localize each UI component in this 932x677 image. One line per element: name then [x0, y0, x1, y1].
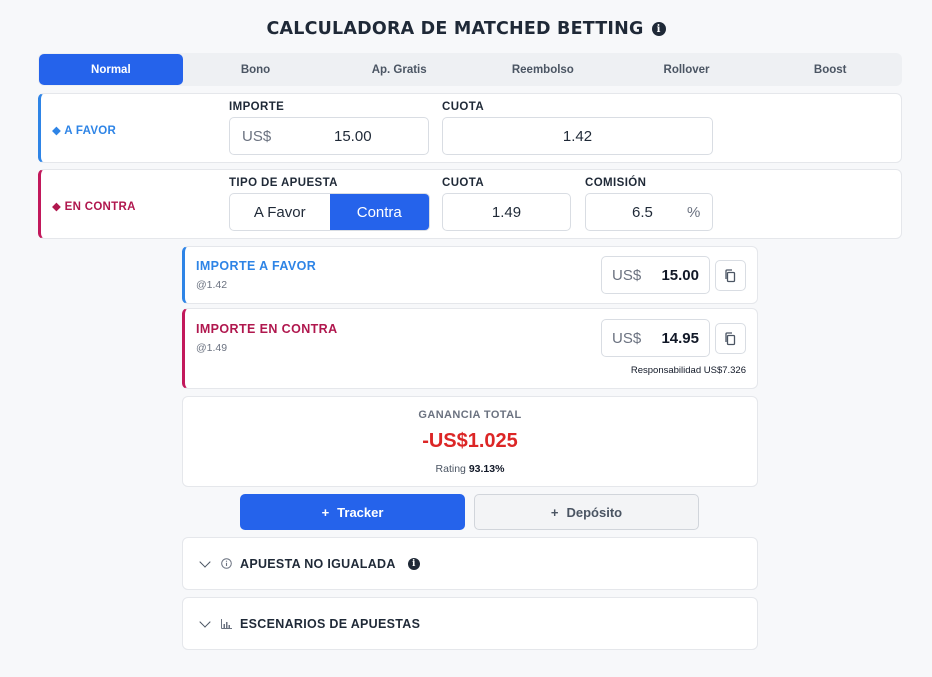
copy-icon [725, 268, 736, 282]
tracker-button[interactable]: + Tracker [240, 494, 465, 530]
ganancia-total-label: GANANCIA TOTAL [418, 409, 522, 421]
info-icon[interactable]: i [407, 557, 420, 570]
tab-bono[interactable]: Bono [184, 53, 328, 86]
chart-icon [221, 618, 232, 629]
importe-a-favor-odds: @1.42 [196, 279, 228, 291]
tab-boost[interactable]: Boost [758, 53, 902, 86]
tab-normal[interactable]: Normal [39, 54, 183, 85]
importe-a-favor-card: IMPORTE A FAVOR @1.42 US$ 15.00 [182, 246, 758, 304]
comision-value: 6.5 [632, 203, 653, 221]
escenarios-title: ESCENARIOS DE APUESTAS [240, 616, 421, 631]
importe-value: 15.00 [334, 127, 372, 145]
tracker-button-label: Tracker [337, 504, 384, 520]
tipo-apuesta-label: TIPO DE APUESTA [229, 177, 338, 189]
ganancia-total-card: GANANCIA TOTAL -US$1.025 Rating 93.13% [182, 396, 758, 487]
comision-label: COMISIÓN [585, 177, 647, 189]
cuota-favor-input[interactable]: 1.42 [442, 117, 713, 155]
currency-prefix: US$ [612, 329, 642, 347]
cuota-favor-label: CUOTA [442, 101, 485, 113]
rating-value: 93.13% [468, 463, 505, 475]
percent-suffix: % [687, 203, 701, 221]
tipo-apuesta-toggle: A Favor Contra [229, 193, 430, 231]
apuesta-no-igualada-title: APUESTA NO IGUALADA [240, 556, 396, 571]
importe-a-favor-output: US$ 15.00 [601, 256, 710, 294]
importe-label: IMPORTE [229, 101, 285, 113]
copy-favor-button[interactable] [715, 260, 746, 291]
importe-en-contra-odds: @1.49 [196, 342, 228, 354]
deposito-button-label: Depósito [566, 504, 623, 520]
tab-ap-gratis[interactable]: Ap. Gratis [327, 53, 471, 86]
favor-panel: ◆ A FAVOR IMPORTE US$ 15.00 CUOTA 1.42 [38, 93, 902, 163]
cuota-contra-label: CUOTA [442, 177, 485, 189]
ganancia-total-value: -US$1.025 [422, 430, 518, 452]
importe-a-favor-value: 15.00 [661, 266, 699, 284]
tab-reembolso[interactable]: Reembolso [471, 53, 615, 86]
tab-rollover[interactable]: Rollover [615, 53, 759, 86]
chevron-down-icon [199, 556, 211, 568]
currency-prefix: US$ [242, 127, 272, 145]
importe-input[interactable]: US$ 15.00 [229, 117, 429, 155]
contra-panel: ◆ EN CONTRA TIPO DE APUESTA A Favor Cont… [38, 169, 902, 239]
cuota-contra-input[interactable]: 1.49 [442, 193, 571, 231]
deposito-button[interactable]: + Depósito [474, 494, 699, 530]
info-circle-icon [221, 558, 232, 569]
importe-a-favor-title: IMPORTE A FAVOR [196, 259, 317, 273]
rating-label: Rating [435, 463, 466, 475]
escenarios-accordion[interactable]: ESCENARIOS DE APUESTAS [182, 597, 758, 650]
plus-icon: + [321, 504, 330, 520]
cuota-contra-value: 1.49 [491, 203, 522, 221]
rating: Rating 93.13% [183, 463, 757, 475]
importe-en-contra-output: US$ 14.95 [601, 319, 710, 357]
chevron-down-icon [199, 616, 211, 628]
plus-icon: + [550, 504, 559, 520]
responsabilidad-text: Responsabilidad US$7.326 [630, 365, 746, 376]
cuota-favor-value: 1.42 [562, 127, 593, 145]
contra-label: ◆ EN CONTRA [52, 201, 136, 213]
importe-en-contra-value: 14.95 [661, 329, 699, 347]
tipo-a-favor-option[interactable]: A Favor [230, 194, 330, 230]
apuesta-no-igualada-accordion[interactable]: APUESTA NO IGUALADA i [182, 537, 758, 590]
copy-contra-button[interactable] [715, 323, 746, 354]
favor-label: ◆ A FAVOR [52, 125, 117, 137]
mode-tabs: Normal Bono Ap. Gratis Reembolso Rollove… [38, 53, 902, 86]
currency-prefix: US$ [612, 266, 642, 284]
info-icon[interactable]: i [651, 22, 666, 36]
header: CALCULADORA DE MATCHED BETTING i [0, 19, 932, 39]
importe-en-contra-card: IMPORTE EN CONTRA @1.49 US$ 14.95 Respon… [182, 308, 758, 389]
copy-icon [725, 331, 736, 345]
page-title: CALCULADORA DE MATCHED BETTING [266, 19, 644, 39]
comision-input[interactable]: 6.5 % [585, 193, 713, 231]
importe-en-contra-title: IMPORTE EN CONTRA [196, 322, 338, 336]
tipo-contra-option[interactable]: Contra [329, 194, 429, 230]
